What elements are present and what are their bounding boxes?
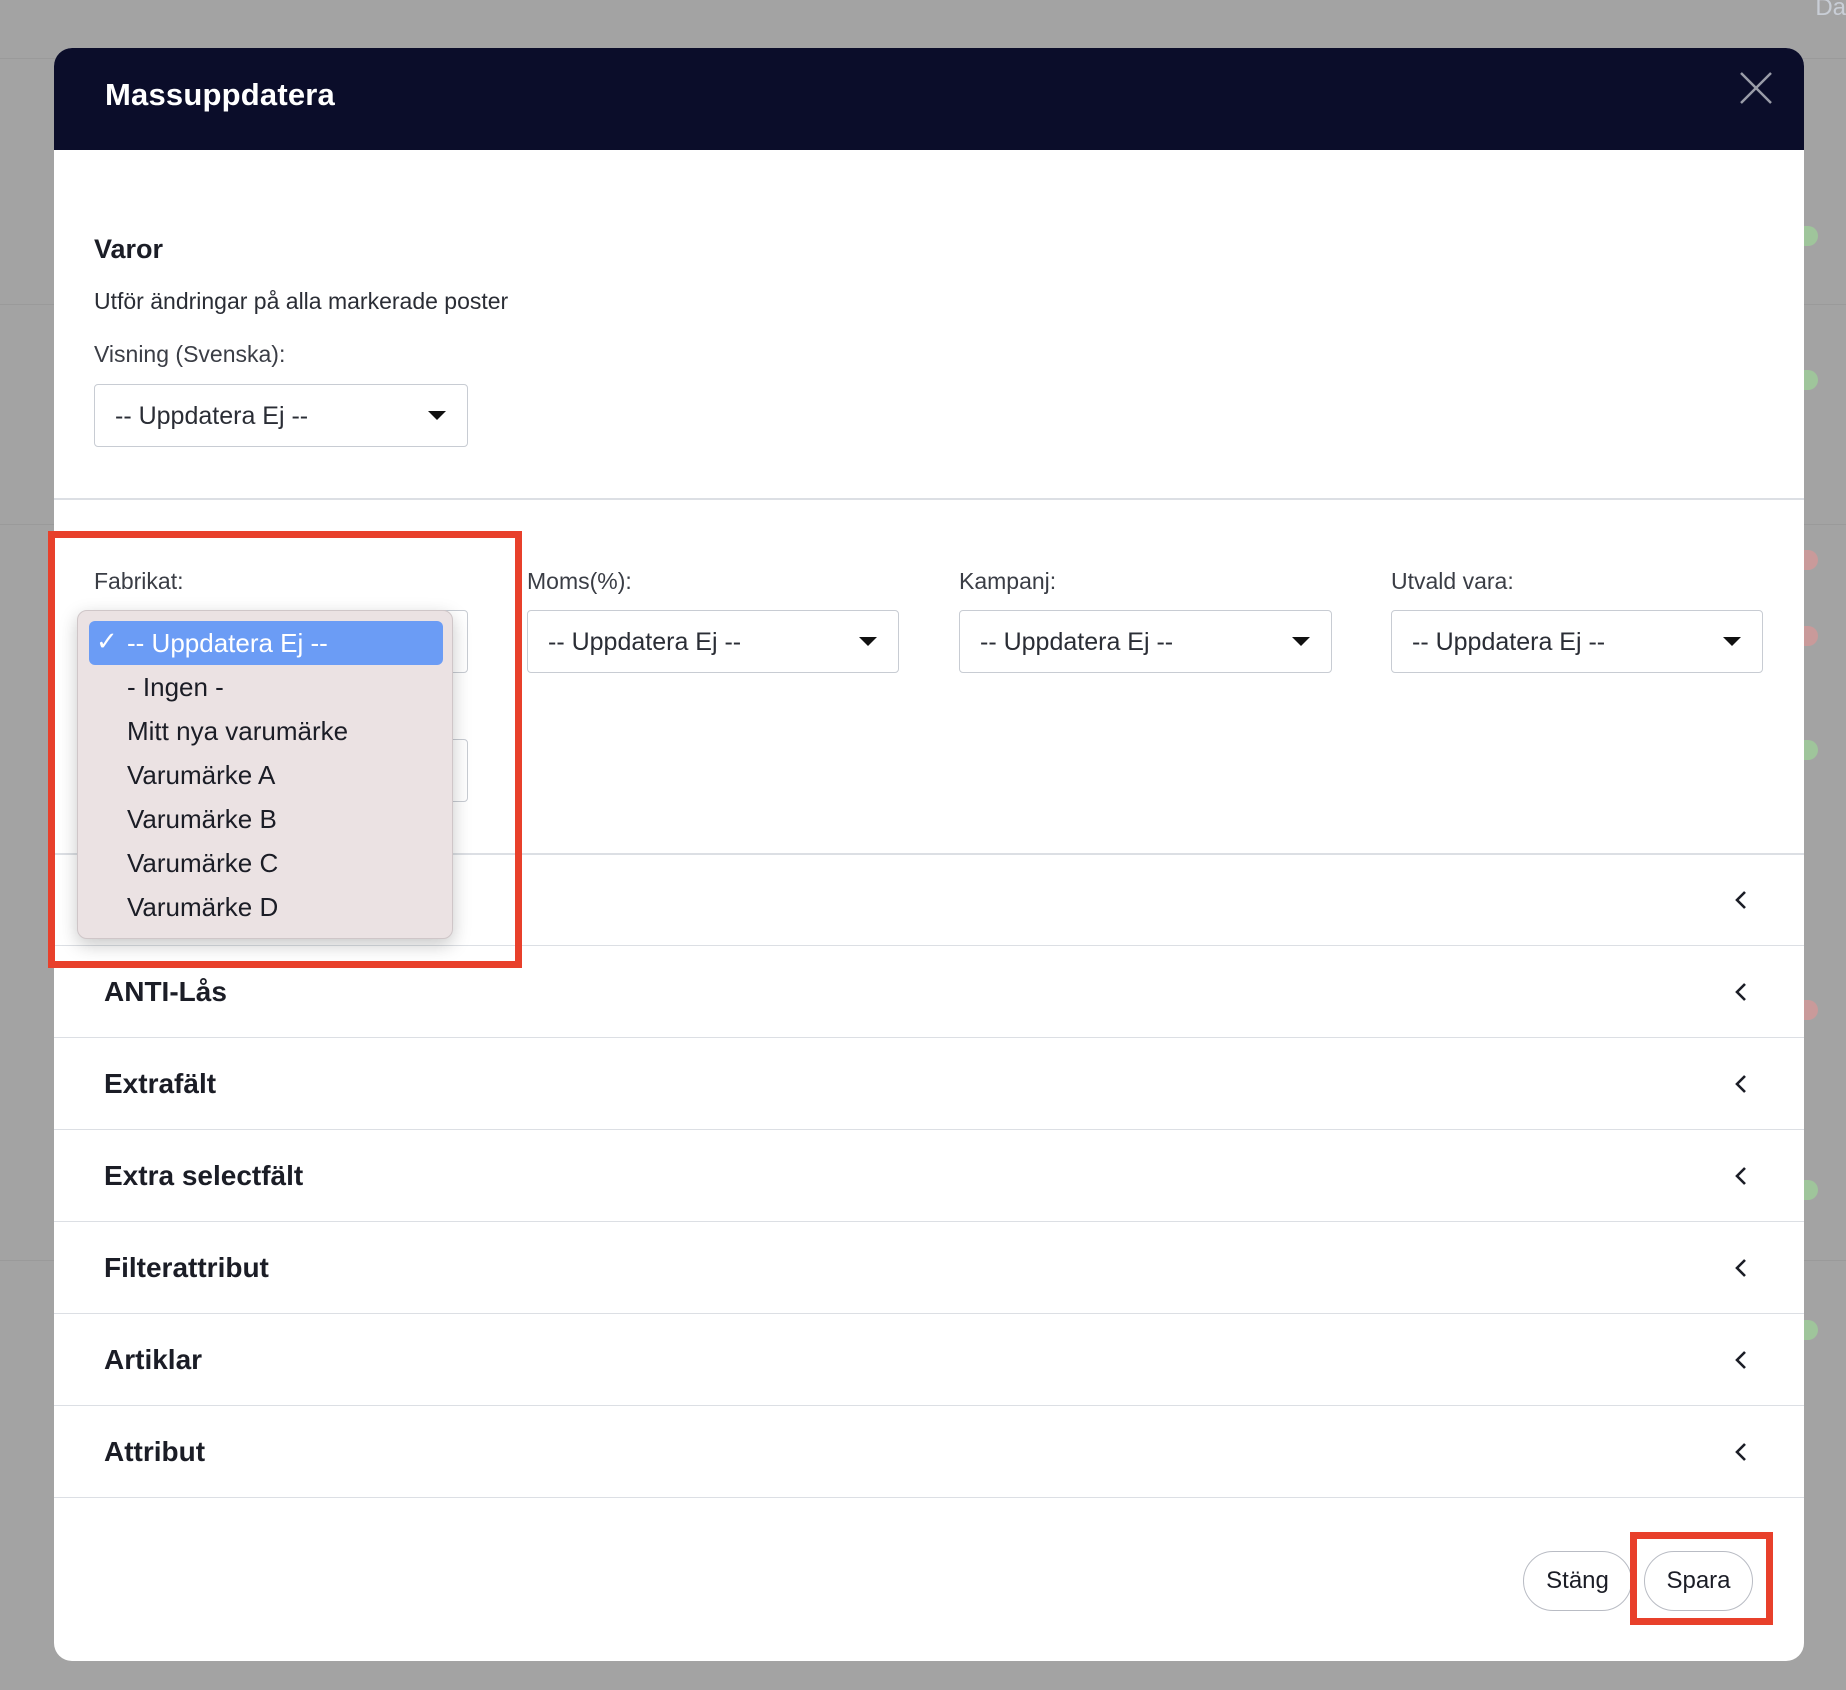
background-corner-text: Da (1815, 0, 1846, 21)
background-status-dot (1804, 226, 1818, 246)
caret-down-icon (1292, 637, 1310, 646)
visning-label: Visning (Svenska): (94, 341, 286, 367)
background-status-dot (1804, 626, 1818, 646)
section-divider (54, 498, 1804, 500)
background-status-dot (1804, 1180, 1818, 1200)
caret-down-icon (859, 637, 877, 646)
chevron-left-icon (1735, 1075, 1746, 1093)
accordion-filterattribut[interactable]: Filterattribut (54, 1222, 1804, 1314)
visning-select-value: -- Uppdatera Ej -- (115, 402, 309, 430)
visning-select[interactable]: -- Uppdatera Ej -- (94, 384, 468, 447)
utvald-vara-label: Utvald vara: (1391, 568, 1514, 594)
highlight-box-save (1630, 1532, 1773, 1625)
accordion-title: Attribut (104, 1436, 206, 1467)
background-status-dot (1804, 370, 1818, 390)
background-status-dot (1804, 1320, 1818, 1340)
modal-title: Massuppdatera (105, 77, 335, 112)
background-status-dot (1804, 1000, 1818, 1020)
accordion-title: Extrafält (104, 1068, 217, 1099)
chevron-left-icon (1735, 1259, 1746, 1277)
highlight-box-fabrikat (48, 531, 522, 968)
modal-header: Massuppdatera (54, 48, 1804, 150)
accordion-title: ANTI-Lås (104, 976, 227, 1007)
accordion-extrafalt[interactable]: Extrafält (54, 1038, 1804, 1130)
background-status-dot (1804, 550, 1818, 570)
close-button[interactable]: Stäng (1523, 1551, 1632, 1611)
accordion-title: Extra selectfält (104, 1160, 304, 1191)
kampanj-select-value: -- Uppdatera Ej -- (980, 628, 1174, 656)
chevron-left-icon (1735, 1351, 1746, 1369)
chevron-left-icon (1735, 983, 1746, 1001)
kampanj-label: Kampanj: (959, 568, 1057, 594)
accordion-title: Filterattribut (104, 1252, 269, 1283)
chevron-left-icon (1735, 891, 1746, 909)
chevron-left-icon (1735, 1167, 1746, 1185)
section-heading-varor: Varor (94, 234, 164, 264)
moms-select[interactable]: -- Uppdatera Ej -- (527, 610, 899, 673)
utvald-vara-select[interactable]: -- Uppdatera Ej -- (1391, 610, 1763, 673)
section-description: Utför ändringar på alla markerade poster (94, 288, 509, 314)
moms-label: Moms(%): (527, 568, 632, 594)
close-icon[interactable] (1736, 68, 1776, 108)
background-status-dot (1804, 740, 1818, 760)
utvald-vara-select-value: -- Uppdatera Ej -- (1412, 628, 1606, 656)
kampanj-select[interactable]: -- Uppdatera Ej -- (959, 610, 1332, 673)
caret-down-icon (1723, 637, 1741, 646)
accordion-extra-selectfalt[interactable]: Extra selectfält (54, 1130, 1804, 1222)
accordion-title: Artiklar (104, 1344, 203, 1375)
chevron-left-icon (1735, 1443, 1746, 1461)
accordion-artiklar[interactable]: Artiklar (54, 1314, 1804, 1406)
accordion-attribut[interactable]: Attribut (54, 1406, 1804, 1498)
moms-select-value: -- Uppdatera Ej -- (548, 628, 742, 656)
caret-down-icon (428, 411, 446, 420)
